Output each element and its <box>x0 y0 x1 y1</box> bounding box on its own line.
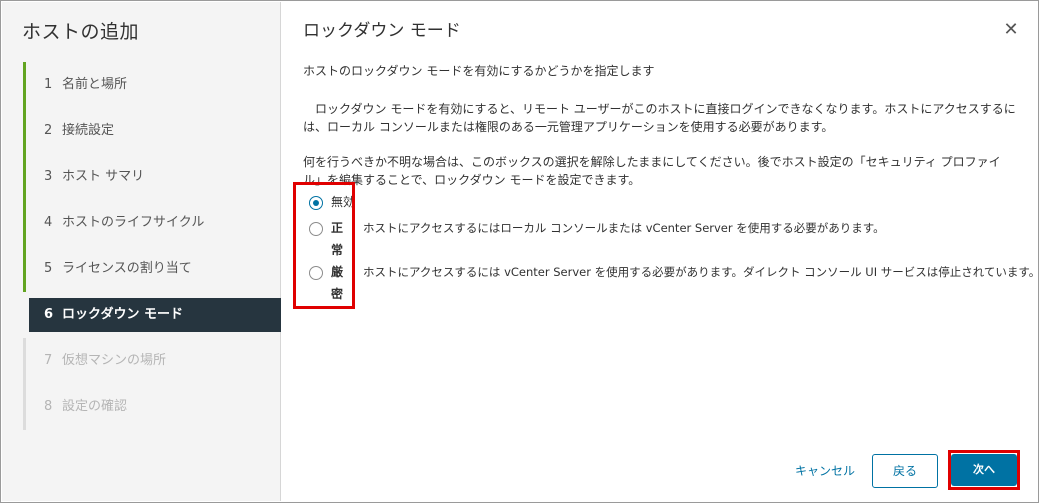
wizard-content: ロックダウン モード ✕ ホストのロックダウン モードを有効にするかどうかを指定… <box>281 2 1039 501</box>
back-button[interactable]: 戻る <box>872 454 938 488</box>
step-label: 仮想マシンの場所 <box>62 353 167 368</box>
step-label: ロックダウン モード <box>62 307 184 322</box>
lockdown-description: ロックダウン モードを有効にすると、リモート ユーザーがこのホストに直接ログイン… <box>303 102 1016 134</box>
page-title: ロックダウン モード <box>303 21 461 41</box>
step-connection-settings[interactable]: 2 接続設定 <box>23 108 281 154</box>
close-icon[interactable]: ✕ <box>1003 21 1019 39</box>
cancel-button[interactable]: キャンセル <box>795 456 855 486</box>
step-ready-to-complete: 8 設定の確認 <box>23 384 281 430</box>
step-vm-location: 7 仮想マシンの場所 <box>23 338 281 384</box>
step-label: 設定の確認 <box>62 399 128 414</box>
option-description: ホストにアクセスするには vCenter Server を使用する必要があります… <box>363 265 1039 279</box>
wizard-steps: 1 名前と場所 2 接続設定 3 ホスト サマリ 4 ホストのライフサイクル 5 ライセン… <box>23 62 281 430</box>
add-host-dialog: ホストの追加 1 名前と場所 2 接続設定 3 ホスト サマリ 4 ホストのライフサイク… <box>0 0 1039 503</box>
step-label: 接続設定 <box>62 123 115 138</box>
step-host-lifecycle[interactable]: 4 ホストのライフサイクル <box>23 200 281 246</box>
wizard-title: ホストの追加 <box>22 21 140 43</box>
wizard-nav: ホストの追加 1 名前と場所 2 接続設定 3 ホスト サマリ 4 ホストのライフサイク… <box>2 2 281 501</box>
lockdown-hint: 何を行うべきか不明な場合は、このボックスの選択を解除したままにしてください。後で… <box>303 155 1001 187</box>
highlight-frame <box>293 182 355 309</box>
step-license-assignment[interactable]: 5 ライセンスの割り当て <box>23 246 281 292</box>
step-label: 名前と場所 <box>62 77 128 92</box>
step-label: ホストのライフサイクル <box>62 215 205 230</box>
step-lockdown-mode[interactable]: 6 ロックダウン モード <box>29 298 281 332</box>
option-description: ホストにアクセスするにはローカル コンソールまたは vCenter Server… <box>363 221 885 235</box>
intro-text: ホストのロックダウン モードを有効にするかどうかを指定します <box>303 64 655 78</box>
step-label: ホスト サマリ <box>62 169 145 184</box>
step-name-location[interactable]: 1 名前と場所 <box>23 62 281 108</box>
step-host-summary[interactable]: 3 ホスト サマリ <box>23 154 281 200</box>
step-label: ライセンスの割り当て <box>62 261 192 276</box>
highlight-frame <box>948 450 1020 490</box>
